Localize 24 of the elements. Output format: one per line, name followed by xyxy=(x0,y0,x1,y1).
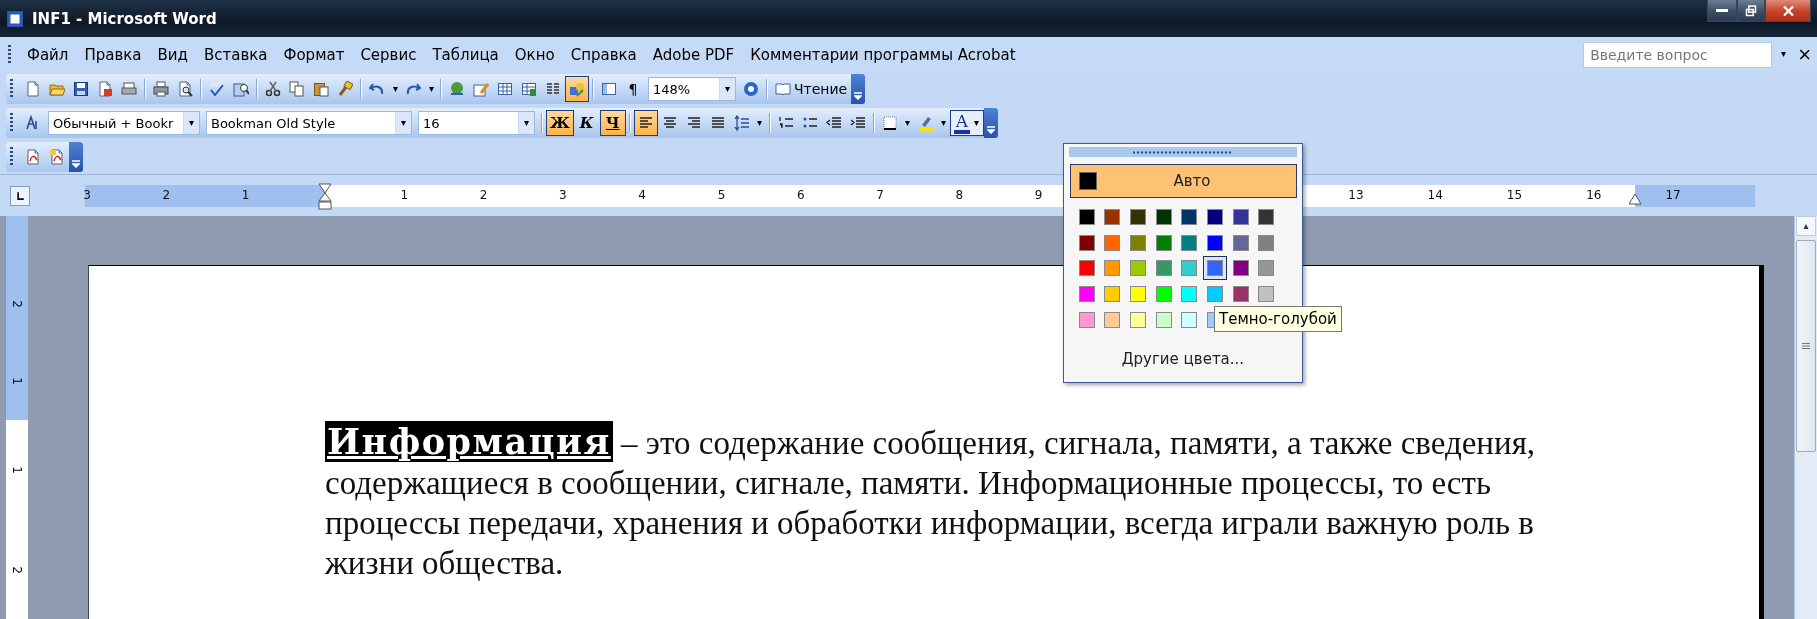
ruler-number: 3 xyxy=(83,187,91,202)
ruler-number: 1 xyxy=(10,466,24,474)
ruler-number: 2 xyxy=(479,187,488,202)
ruler-number: 1 xyxy=(10,377,24,386)
ruler-number: 1 xyxy=(241,187,250,202)
document-paragraph: Информация – это содержание сообщения, сигнала, памяти, а также сведения, содержащиеся в сообщении, сигнале, памяти. Информационные процессы, то есть процессы передачи, хранения и обработки информации, всегда играли важную роль в жизни общества. xyxy=(325,422,1537,583)
ruler-number: 9 xyxy=(1034,187,1043,202)
ruler-number: 5 xyxy=(717,187,726,202)
ruler-number: 4 xyxy=(638,187,646,202)
ruler-number: 13 xyxy=(1348,187,1364,202)
ruler-number: 2 xyxy=(10,299,24,308)
ruler-number: 3 xyxy=(559,187,567,202)
ruler-number: 7 xyxy=(876,187,884,202)
ruler-number: 1 xyxy=(400,187,409,202)
ruler-number: 6 xyxy=(797,187,805,202)
tooltip: Темно-голубой xyxy=(1214,306,1342,332)
ruler-number: 16 xyxy=(1586,187,1602,202)
ruler-number: 2 xyxy=(162,187,171,202)
ruler-number: 14 xyxy=(1427,187,1443,202)
window-title: INF1 - Microsoft Word xyxy=(32,9,218,28)
ruler-number: 8 xyxy=(955,187,964,202)
ruler-number: 2 xyxy=(10,566,24,574)
ruler-number: 15 xyxy=(1506,187,1523,202)
ruler-number: 17 xyxy=(1665,187,1681,202)
